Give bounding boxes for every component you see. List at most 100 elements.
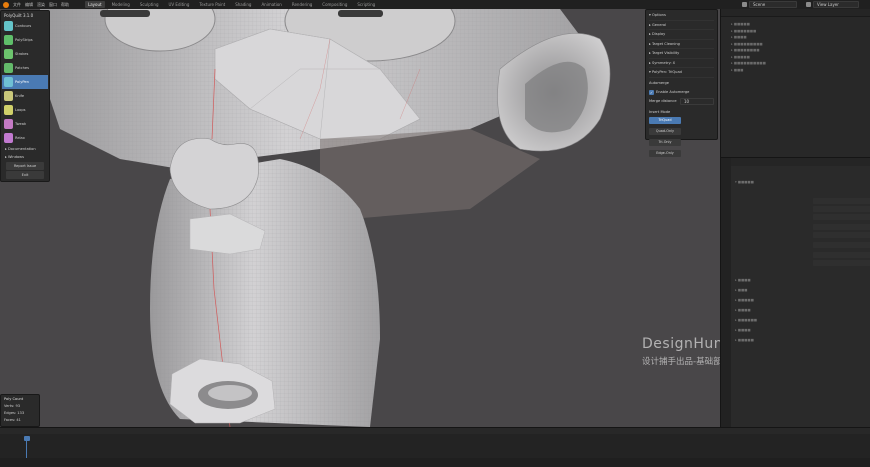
property-row[interactable]: ▸ ■■■■■ — [735, 338, 754, 344]
section-target-visibility[interactable]: ▸ Target Visibility — [649, 49, 714, 59]
knife-icon — [4, 91, 13, 101]
section-label: Symmetry: X — [651, 60, 676, 65]
view-layer-icon — [806, 2, 811, 7]
property-field[interactable] — [813, 232, 870, 238]
tool-label: Strokes — [15, 52, 29, 56]
menu-render[interactable]: 渲染 — [37, 2, 45, 8]
section-label: PolyPen: TriQuad — [651, 70, 682, 74]
property-row[interactable]: ▸ ■■■■■ — [735, 298, 754, 304]
tab-scripting[interactable]: Scripting — [354, 1, 378, 8]
status-bar — [0, 458, 870, 467]
view-layer-selector[interactable]: View Layer — [806, 1, 859, 8]
top-bar: 文件 编辑 渲染 窗口 帮助 Layout Modeling Sculpting… — [0, 0, 870, 9]
options-panel: ▾ Options ▸ General ▸ Display ▸ Target C… — [645, 9, 718, 157]
section-documentation[interactable]: ▸ Documentation — [2, 145, 48, 153]
tab-layout[interactable]: Layout — [85, 1, 105, 8]
property-row: ▾ ■■■■■ — [735, 180, 754, 184]
tool-patches[interactable]: Patches — [2, 61, 48, 75]
section-label: General — [651, 22, 667, 27]
property-field[interactable] — [813, 206, 870, 212]
section-label: Target Visibility — [651, 51, 680, 55]
menu-edit[interactable]: 编辑 — [25, 2, 33, 8]
insert-mode-quad-only[interactable]: Quad-Only — [649, 127, 681, 135]
relax-icon — [4, 133, 13, 143]
property-row[interactable]: ▸ ■■■■ — [735, 308, 751, 314]
tool-polypen[interactable]: PolyPen — [2, 75, 48, 89]
section-polypen[interactable]: ▾ PolyPen: TriQuad — [649, 68, 714, 78]
section-options[interactable]: ▾ Options — [649, 11, 714, 21]
tool-panel-title[interactable]: PolyQuilt 3.1.0 — [2, 12, 48, 19]
tab-sculpting[interactable]: Sculpting — [137, 1, 162, 8]
tool-strokes[interactable]: Strokes — [2, 47, 48, 61]
tool-label: Relax — [15, 136, 25, 140]
property-field[interactable] — [813, 242, 870, 248]
exit-button[interactable]: Exit — [6, 171, 44, 179]
outliner-panel[interactable]: ▸ ■■■■■ ▸ ■■■■■■■ ▸ ■■■■ ▸ ■■■■■■■■■ ▸ ■… — [720, 9, 870, 157]
scene-selector[interactable]: Scene — [742, 1, 797, 8]
properties-panel[interactable]: ▾ ■■■■■ ▸ ■■■■ ▸ ■■■ ▸ ■■■■■ ▸ ■■■■ ▸ ■■… — [720, 157, 870, 428]
tab-modeling[interactable]: Modeling — [109, 1, 133, 8]
section-symmetry[interactable]: ▸ Symmetry: X — [649, 59, 714, 68]
properties-tabs[interactable] — [721, 158, 731, 428]
scene-icon — [742, 2, 747, 7]
tab-rendering[interactable]: Rendering — [289, 1, 315, 8]
menu-help[interactable]: 帮助 — [61, 2, 69, 8]
tab-uv-editing[interactable]: UV Editing — [166, 1, 193, 8]
tool-polystrips[interactable]: PolyStrips — [2, 33, 48, 47]
outliner-row[interactable]: ▸ ■■■ — [721, 67, 870, 74]
properties-header — [731, 158, 870, 166]
tab-shading[interactable]: Shading — [232, 1, 254, 8]
view-layer-field[interactable]: View Layer — [813, 1, 859, 8]
menu-file[interactable]: 文件 — [13, 2, 21, 8]
blender-logo-icon[interactable] — [3, 1, 9, 8]
viewport-pill-left[interactable] — [100, 10, 150, 17]
timeline[interactable] — [0, 427, 870, 459]
menu-window[interactable]: 窗口 — [49, 2, 57, 8]
tool-tweak[interactable]: Tweak — [2, 117, 48, 131]
section-label: Documentation — [7, 147, 36, 151]
automerge-label: Automerge — [649, 80, 669, 85]
polypen-icon — [4, 77, 13, 87]
tab-texture-paint[interactable]: Texture Paint — [196, 1, 228, 8]
section-windows[interactable]: ▸ Windows — [2, 153, 48, 161]
tool-knife[interactable]: Knife — [2, 89, 48, 103]
3d-viewport[interactable] — [0, 9, 720, 427]
report-issue-button[interactable]: Report Issue — [6, 162, 44, 170]
section-general[interactable]: ▸ General — [649, 21, 714, 30]
tab-compositing[interactable]: Compositing — [319, 1, 350, 8]
section-target-cleaning[interactable]: ▸ Target Cleaning — [649, 40, 714, 49]
tool-panel: PolyQuilt 3.1.0 Contours PolyStrips Stro… — [0, 10, 50, 182]
merge-distance-label: Merge distance — [649, 98, 677, 103]
insert-mode-label: Insert Mode — [649, 109, 671, 114]
section-display[interactable]: ▸ Display — [649, 30, 714, 40]
property-row[interactable]: ▸ ■■■■ — [735, 328, 751, 334]
viewport-pill-center[interactable] — [338, 10, 383, 17]
insert-mode-triquad[interactable]: TriQuad — [649, 116, 681, 124]
property-field[interactable] — [813, 252, 870, 258]
property-row[interactable]: ▸ ■■■ — [735, 288, 747, 294]
property-field[interactable] — [813, 260, 870, 266]
checkbox-checked-icon[interactable]: ✓ — [649, 89, 654, 95]
property-field[interactable] — [813, 198, 870, 204]
tool-label: Tweak — [15, 122, 27, 126]
poly-count-title[interactable]: Poly Count — [4, 396, 36, 403]
playhead[interactable] — [24, 436, 30, 441]
insert-mode-tri-only[interactable]: Tri-Only — [649, 138, 681, 146]
property-field[interactable] — [813, 214, 870, 220]
property-row[interactable]: ▸ ■■■■ — [735, 278, 751, 284]
merge-distance-input[interactable]: 10 — [680, 97, 714, 105]
tool-relax[interactable]: Relax — [2, 131, 48, 145]
tool-label: Loops — [15, 108, 26, 112]
tool-contours[interactable]: Contours — [2, 19, 48, 33]
tab-animation[interactable]: Animation — [258, 1, 284, 8]
watermark-subtitle: 设计捕手出品-基础部分 — [642, 357, 731, 367]
property-field[interactable] — [813, 224, 870, 230]
enable-automerge-label: Enable Automerge — [656, 89, 690, 94]
tool-loops[interactable]: Loops — [2, 103, 48, 117]
property-row[interactable]: ▸ ■■■■■■ — [735, 318, 757, 324]
enable-automerge-checkbox[interactable]: ✓ Enable Automerge — [649, 89, 714, 96]
insert-mode-edge-only[interactable]: Edge-Only — [649, 149, 681, 157]
scene-field[interactable]: Scene — [749, 1, 797, 8]
contours-icon — [4, 21, 13, 31]
tool-label: Knife — [15, 94, 25, 98]
